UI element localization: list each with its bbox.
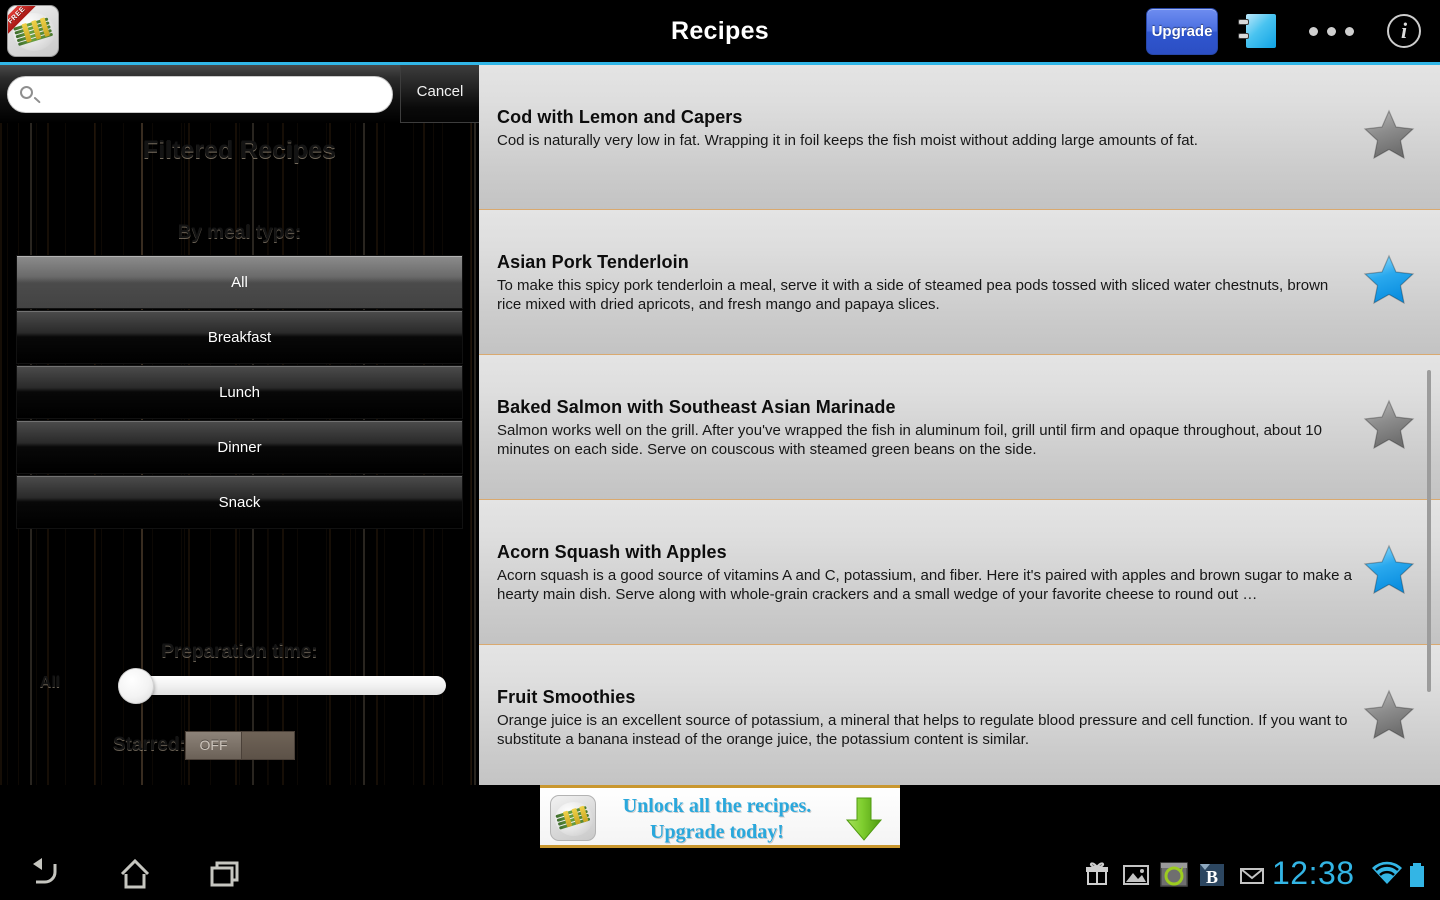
app-root: FREE Recipes Upgrade i Cancel Filtered R: [0, 0, 1440, 900]
info-glyph: i: [1387, 14, 1421, 48]
ad-banner: Unlock all the recipes. Upgrade today!: [0, 785, 1440, 848]
gift-icon[interactable]: [1082, 848, 1112, 900]
starred-label: Starred:: [113, 734, 186, 755]
recipe-description: Orange juice is an excellent source of p…: [497, 712, 1348, 748]
status-clock: 12:38: [1272, 855, 1355, 891]
starred-toggle-state: OFF: [186, 732, 242, 759]
prep-time-slider-thumb[interactable]: [118, 668, 154, 704]
meal-type-label: By meal type:: [177, 222, 302, 243]
meal-type-button-lunch[interactable]: Lunch: [16, 365, 463, 419]
meal-type-group: All Breakfast Lunch Dinner Snack: [16, 255, 463, 530]
recipe-description: Cod is naturally very low in fat. Wrappi…: [497, 132, 1198, 149]
prep-time-label: Preparation time:: [161, 641, 318, 662]
search-bar: Cancel: [0, 65, 479, 123]
recent-apps-icon[interactable]: [200, 848, 250, 900]
blogger-icon[interactable]: B: [1196, 848, 1228, 900]
ad-text: Unlock all the recipes. Upgrade today!: [606, 793, 828, 845]
star-icon-empty[interactable]: [1362, 109, 1416, 161]
prep-time-value: All: [39, 674, 61, 691]
recipe-title: Acorn Squash with Apples: [497, 542, 727, 562]
action-bar: FREE Recipes Upgrade i: [0, 0, 1440, 65]
home-icon[interactable]: [110, 848, 160, 900]
back-icon[interactable]: [22, 848, 72, 900]
sync-icon[interactable]: [1158, 848, 1190, 900]
download-arrow-icon: [840, 796, 888, 842]
svg-text:B: B: [1206, 867, 1218, 887]
recipe-row[interactable]: Acorn Squash with Apples Acorn squash is …: [479, 500, 1440, 645]
info-icon[interactable]: i: [1378, 0, 1430, 62]
search-input[interactable]: [44, 77, 384, 114]
page-title: Recipes: [671, 17, 769, 45]
recipe-text-block: Acorn Squash with Apples Acorn squash is …: [497, 542, 1355, 605]
vertical-scrollbar[interactable]: [1427, 370, 1431, 692]
meal-type-button-snack[interactable]: Snack: [16, 475, 463, 529]
recipe-title: Asian Pork Tenderloin: [497, 252, 689, 272]
recipe-description: To make this spicy pork tenderloin a mea…: [497, 277, 1329, 313]
recipe-title: Baked Salmon with Southeast Asian Marina…: [497, 397, 896, 417]
prep-time-slider-track[interactable]: [118, 676, 446, 695]
star-icon-empty[interactable]: [1362, 399, 1416, 451]
ad-line-1: Unlock all the recipes.: [622, 795, 812, 817]
cancel-button[interactable]: Cancel: [400, 65, 479, 123]
filter-sidebar: Filtered Recipes By meal type: All Breakf…: [0, 123, 479, 785]
recipe-row[interactable]: Cod with Lemon and Capers Cod is naturall…: [479, 65, 1440, 210]
star-icon-filled[interactable]: [1362, 254, 1416, 306]
image-icon[interactable]: [1120, 848, 1152, 900]
ad-line-2: Upgrade today!: [650, 821, 784, 843]
mail-icon[interactable]: [1236, 848, 1268, 900]
notebook-icon[interactable]: [1236, 0, 1284, 62]
system-nav-bar: B 12:38: [0, 848, 1440, 900]
recipe-text-block: Asian Pork Tenderloin To make this spicy …: [497, 252, 1355, 315]
recipe-text-block: Baked Salmon with Southeast Asian Marina…: [497, 397, 1355, 460]
recipe-row[interactable]: Fruit Smoothies Orange juice is an excell…: [479, 645, 1440, 785]
recipe-row[interactable]: Baked Salmon with Southeast Asian Marina…: [479, 355, 1440, 500]
recipe-text-block: Cod with Lemon and Capers Cod is naturall…: [497, 107, 1355, 151]
recipe-title: Fruit Smoothies: [497, 687, 636, 707]
star-icon-filled[interactable]: [1362, 544, 1416, 596]
wifi-icon[interactable]: [1370, 848, 1404, 900]
meal-type-button-all[interactable]: All: [16, 255, 463, 309]
starred-toggle[interactable]: OFF: [185, 731, 295, 760]
battery-icon[interactable]: [1404, 848, 1430, 900]
meal-type-button-breakfast[interactable]: Breakfast: [16, 310, 463, 364]
recipe-row[interactable]: Asian Pork Tenderloin To make this spicy …: [479, 210, 1440, 355]
ad-app-logo: [550, 795, 596, 841]
search-icon: [20, 86, 33, 99]
recipe-list[interactable]: Cod with Lemon and Capers Cod is naturall…: [479, 65, 1440, 785]
meal-type-button-dinner[interactable]: Dinner: [16, 420, 463, 474]
search-field[interactable]: [7, 76, 393, 114]
sidebar-title: Filtered Recipes: [142, 136, 337, 164]
recipe-title: Cod with Lemon and Capers: [497, 107, 743, 127]
upgrade-button[interactable]: Upgrade: [1146, 8, 1218, 55]
recipe-description: Salmon works well on the grill. After yo…: [497, 422, 1322, 458]
overflow-menu-icon[interactable]: [1300, 0, 1364, 62]
star-icon-empty[interactable]: [1362, 689, 1416, 741]
recipe-description: Acorn squash is a good source of vitamin…: [497, 567, 1352, 603]
recipe-text-block: Fruit Smoothies Orange juice is an excell…: [497, 687, 1355, 750]
ad-banner-content[interactable]: Unlock all the recipes. Upgrade today!: [540, 785, 900, 848]
